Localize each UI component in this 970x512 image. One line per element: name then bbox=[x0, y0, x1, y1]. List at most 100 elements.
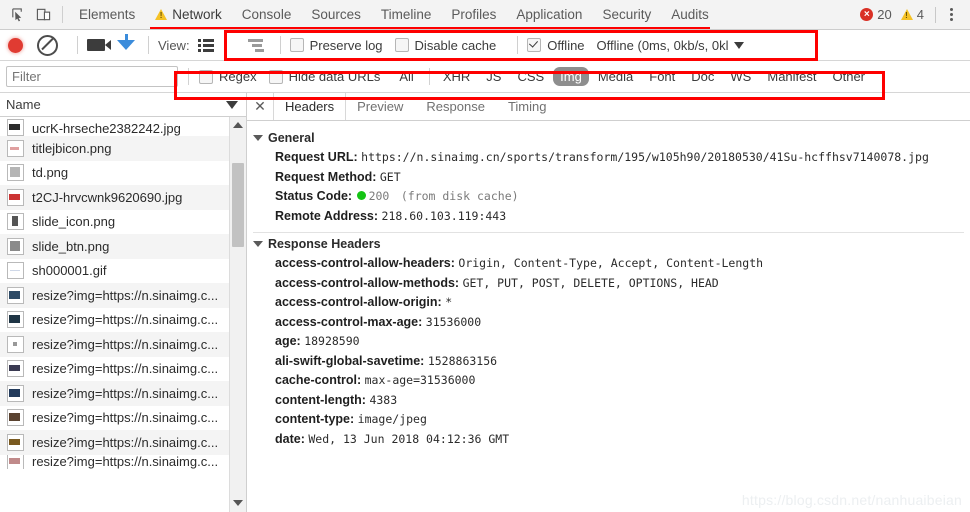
tab-timeline-label: Timeline bbox=[380, 7, 432, 22]
offline-checkbox[interactable]: Offline bbox=[527, 38, 585, 53]
kebab-menu-icon[interactable] bbox=[938, 8, 964, 21]
scrollbar-thumb[interactable] bbox=[232, 163, 244, 247]
request-name: resize?img=https://n.sinaimg.c... bbox=[32, 336, 219, 352]
table-row[interactable]: titlejbicon.png bbox=[0, 136, 246, 161]
table-row[interactable]: resize?img=https://n.sinaimg.c... bbox=[0, 308, 246, 333]
file-thumbnail-icon bbox=[7, 286, 24, 304]
filter-type-manifest[interactable]: Manifest bbox=[760, 67, 823, 86]
tab-profiles[interactable]: Profiles bbox=[441, 0, 506, 29]
filter-type-js[interactable]: JS bbox=[479, 67, 508, 86]
header-row: access-control-allow-origin: * bbox=[253, 293, 970, 313]
inspect-cursor-icon[interactable] bbox=[4, 2, 30, 28]
table-row[interactable]: resize?img=https://n.sinaimg.c... bbox=[0, 381, 246, 406]
topbar-status-area: × 20 4 bbox=[860, 6, 966, 23]
response-headers-section-header[interactable]: Response Headers bbox=[253, 237, 970, 251]
request-name: sh000001.gif bbox=[32, 263, 107, 279]
table-row[interactable]: ucrK-hrseche2382242.jpg bbox=[0, 117, 246, 136]
filter-type-all[interactable]: All bbox=[392, 67, 420, 86]
clear-button-icon[interactable] bbox=[37, 34, 58, 56]
network-filter-bar: Regex Hide data URLs All XHR JS CSS Img … bbox=[0, 61, 970, 93]
header-row: access-control-max-age: 31536000 bbox=[253, 313, 970, 333]
filter-type-ws[interactable]: WS bbox=[723, 67, 758, 86]
devtools-tabs: Elements Network Console Sources Timelin… bbox=[69, 0, 719, 29]
warning-count-label: 4 bbox=[916, 7, 924, 22]
tab-network[interactable]: Network bbox=[145, 0, 232, 29]
warning-triangle-icon bbox=[900, 9, 913, 20]
scroll-down-arrow[interactable] bbox=[230, 495, 246, 510]
tab-console[interactable]: Console bbox=[232, 0, 302, 29]
table-row[interactable]: resize?img=https://n.sinaimg.c... bbox=[0, 357, 246, 382]
record-button-icon[interactable] bbox=[8, 37, 23, 53]
filter-input[interactable] bbox=[6, 66, 178, 87]
tab-audits[interactable]: Audits bbox=[661, 0, 719, 29]
requests-column-header[interactable]: Name bbox=[0, 93, 246, 117]
hide-data-urls-label: Hide data URLs bbox=[288, 69, 381, 84]
filter-type-xhr[interactable]: XHR bbox=[436, 67, 477, 86]
table-row[interactable]: t2CJ-hrvcwnk9620690.jpg bbox=[0, 185, 246, 210]
filter-type-doc[interactable]: Doc bbox=[684, 67, 721, 86]
waterfall-view-icon[interactable] bbox=[247, 38, 264, 52]
preserve-log-label: Preserve log bbox=[309, 37, 383, 53]
general-section-header[interactable]: General bbox=[253, 131, 970, 145]
sort-descending-arrow[interactable] bbox=[226, 100, 238, 109]
disable-cache-label: Disable cache bbox=[414, 37, 497, 53]
filter-type-css[interactable]: CSS bbox=[510, 67, 551, 86]
hide-data-urls-checkbox[interactable]: Hide data URLs bbox=[268, 69, 381, 84]
tab-security[interactable]: Security bbox=[592, 0, 661, 29]
tab-sources[interactable]: Sources bbox=[301, 0, 371, 29]
requests-list[interactable]: ucrK-hrseche2382242.jpg titlejbicon.png … bbox=[0, 117, 246, 512]
regex-checkbox[interactable]: Regex bbox=[199, 69, 257, 84]
table-row[interactable]: resize?img=https://n.sinaimg.c... bbox=[0, 283, 246, 308]
table-row[interactable]: resize?img=https://n.sinaimg.c... bbox=[0, 332, 246, 357]
table-row[interactable]: resize?img=https://n.sinaimg.c... bbox=[0, 454, 246, 469]
warning-count-badge[interactable]: 4 bbox=[900, 7, 924, 22]
close-icon[interactable]: ✕ bbox=[247, 93, 274, 120]
table-row[interactable]: sh000001.gif bbox=[0, 259, 246, 284]
chevron-down-icon bbox=[253, 241, 263, 247]
requests-list-scrollbar[interactable] bbox=[229, 117, 246, 512]
header-key: ali-swift-global-savetime: bbox=[275, 353, 425, 368]
header-value: 18928590 bbox=[304, 334, 360, 348]
tab-timeline[interactable]: Timeline bbox=[371, 0, 442, 29]
request-url-key: Request URL: bbox=[275, 150, 358, 164]
tab-elements[interactable]: Elements bbox=[69, 0, 145, 29]
tab-response[interactable]: Response bbox=[415, 93, 497, 120]
preserve-log-checkbox[interactable]: Preserve log bbox=[289, 37, 383, 53]
error-count-badge[interactable]: × 20 bbox=[860, 7, 892, 22]
tab-preview[interactable]: Preview bbox=[346, 93, 415, 120]
tab-application-label: Application bbox=[516, 7, 583, 22]
throttling-dropdown[interactable]: Offline (0ms, 0kb/s, 0kl bbox=[597, 38, 744, 53]
funnel-filter-icon[interactable] bbox=[117, 34, 135, 50]
remote-address-value: 218.60.103.119:443 bbox=[381, 208, 507, 223]
header-key: access-control-max-age: bbox=[275, 314, 423, 329]
checkbox-icon bbox=[289, 38, 304, 52]
list-view-icon[interactable] bbox=[197, 38, 214, 52]
error-icon: × bbox=[860, 8, 874, 21]
status-code-note: (from disk cache) bbox=[400, 189, 519, 203]
tab-elements-label: Elements bbox=[79, 7, 136, 22]
table-row[interactable]: resize?img=https://n.sinaimg.c... bbox=[0, 406, 246, 431]
scroll-up-arrow[interactable] bbox=[230, 117, 246, 132]
request-url-value[interactable]: https://n.sinaimg.cn/sports/transform/19… bbox=[361, 150, 929, 164]
filter-type-media[interactable]: Media bbox=[591, 67, 640, 86]
tab-headers[interactable]: Headers bbox=[273, 93, 347, 120]
header-row: access-control-allow-headers: Origin, Co… bbox=[253, 254, 970, 274]
table-row[interactable]: slide_btn.png bbox=[0, 234, 246, 259]
device-toolbar-icon[interactable] bbox=[30, 2, 56, 28]
header-value: Wed, 13 Jun 2018 04:12:36 GMT bbox=[308, 431, 510, 446]
headers-content[interactable]: General Request URL: https://n.sinaimg.c… bbox=[247, 121, 970, 512]
filter-type-other[interactable]: Other bbox=[826, 67, 873, 86]
tab-timing[interactable]: Timing bbox=[497, 93, 559, 120]
disable-cache-checkbox[interactable]: Disable cache bbox=[394, 37, 497, 53]
request-name: slide_icon.png bbox=[32, 214, 116, 230]
table-row[interactable]: slide_icon.png bbox=[0, 210, 246, 235]
camera-screenshot-icon[interactable] bbox=[87, 39, 111, 51]
request-name: resize?img=https://n.sinaimg.c... bbox=[32, 385, 219, 401]
tab-application[interactable]: Application bbox=[506, 0, 592, 29]
table-row[interactable]: resize?img=https://n.sinaimg.c... bbox=[0, 430, 246, 455]
filter-type-img[interactable]: Img bbox=[553, 67, 589, 86]
filter-type-font[interactable]: Font bbox=[642, 67, 682, 86]
network-toolbar: View: Preserve log Disable cache Offline… bbox=[0, 30, 970, 61]
toolbar-divider bbox=[935, 6, 936, 23]
table-row[interactable]: td.png bbox=[0, 161, 246, 186]
